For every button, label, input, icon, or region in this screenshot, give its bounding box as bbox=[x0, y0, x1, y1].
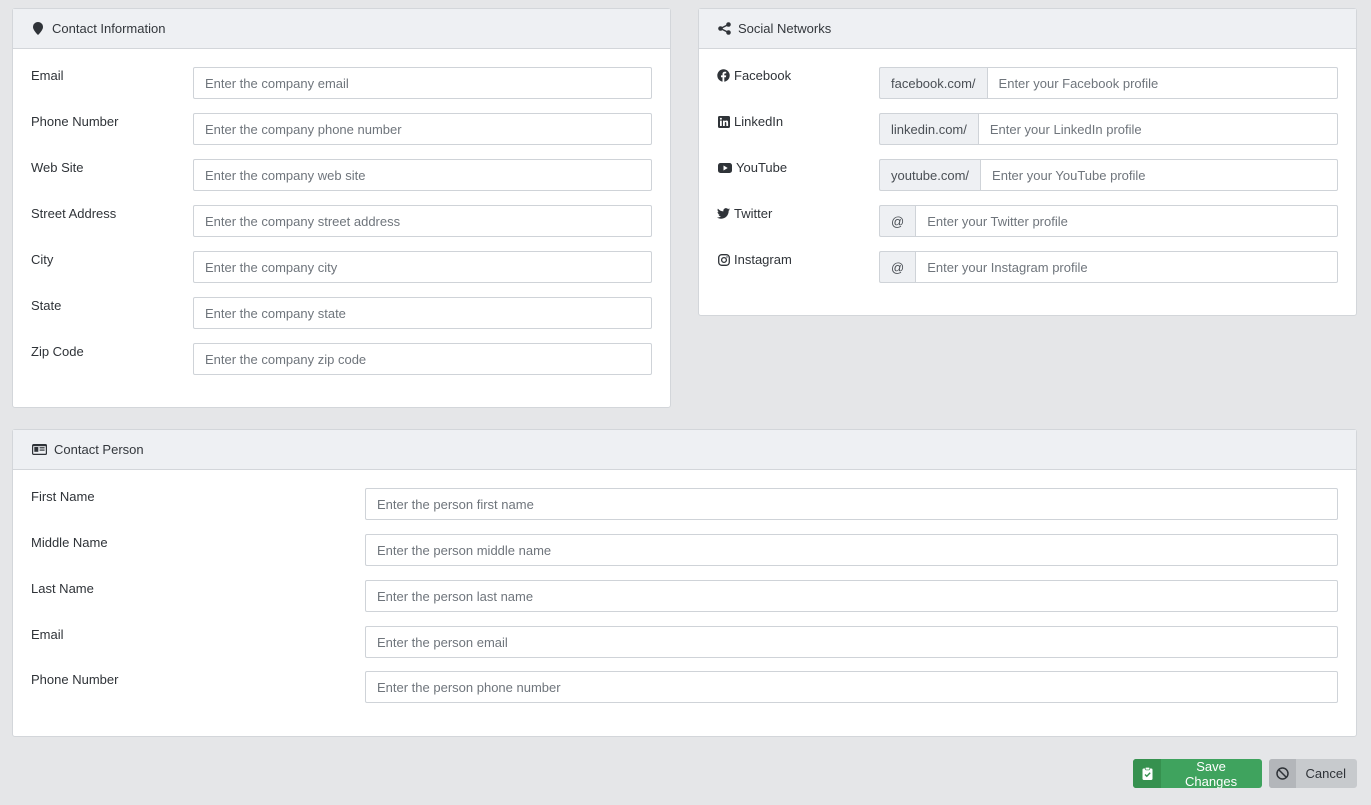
form-row-website: Web Site bbox=[13, 159, 670, 191]
form-row-email: Email bbox=[13, 67, 670, 99]
form-row-state: State bbox=[13, 297, 670, 329]
youtube-icon bbox=[717, 161, 732, 174]
person-row-middle-name: Middle Name bbox=[13, 534, 1356, 566]
middle-name-label: Middle Name bbox=[31, 535, 108, 550]
contact-person-card: Contact Person First Name Middle Name La… bbox=[12, 429, 1357, 737]
social-networks-header: Social Networks bbox=[699, 9, 1356, 49]
facebook-label: Facebook bbox=[717, 68, 791, 83]
form-row-phone: Phone Number bbox=[13, 113, 670, 145]
instagram-input-group: @ bbox=[879, 251, 1338, 283]
social-row-twitter: Twitter @ bbox=[699, 205, 1356, 237]
company-phone-input[interactable] bbox=[193, 113, 652, 145]
facebook-icon bbox=[717, 69, 730, 82]
first-name-label: First Name bbox=[31, 489, 95, 504]
contact-person-title: Contact Person bbox=[54, 442, 144, 457]
social-row-linkedin: LinkedIn linkedin.com/ bbox=[699, 113, 1356, 145]
youtube-label: YouTube bbox=[717, 160, 787, 175]
facebook-prefix: facebook.com/ bbox=[879, 67, 987, 99]
contact-information-header: Contact Information bbox=[13, 9, 670, 49]
social-row-facebook: Facebook facebook.com/ bbox=[699, 67, 1356, 99]
form-row-zip: Zip Code bbox=[13, 343, 670, 375]
map-marker-icon bbox=[31, 22, 45, 36]
last-name-label: Last Name bbox=[31, 581, 94, 596]
twitter-label: Twitter bbox=[717, 206, 772, 221]
zip-code-label: Zip Code bbox=[31, 344, 84, 359]
form-row-city: City bbox=[13, 251, 670, 283]
social-networks-card: Social Networks Facebook facebook.com/ L… bbox=[698, 8, 1357, 316]
form-row-street: Street Address bbox=[13, 205, 670, 237]
facebook-input-group: facebook.com/ bbox=[879, 67, 1338, 99]
youtube-label-text: YouTube bbox=[736, 160, 788, 175]
youtube-prefix: youtube.com/ bbox=[879, 159, 981, 191]
company-zip-input[interactable] bbox=[193, 343, 652, 375]
person-row-first-name: First Name bbox=[13, 488, 1356, 520]
ban-icon bbox=[1269, 759, 1296, 788]
youtube-profile-input[interactable] bbox=[980, 159, 1338, 191]
social-row-instagram: Instagram @ bbox=[699, 251, 1356, 283]
company-website-input[interactable] bbox=[193, 159, 652, 191]
instagram-prefix: @ bbox=[879, 251, 916, 283]
linkedin-icon bbox=[717, 115, 730, 128]
linkedin-label-text: LinkedIn bbox=[734, 114, 784, 129]
social-networks-title: Social Networks bbox=[738, 21, 832, 36]
twitter-input-group: @ bbox=[879, 205, 1338, 237]
company-state-input[interactable] bbox=[193, 297, 652, 329]
city-label: City bbox=[31, 252, 54, 267]
linkedin-profile-input[interactable] bbox=[977, 113, 1338, 145]
contact-person-header: Contact Person bbox=[13, 430, 1356, 470]
person-row-last-name: Last Name bbox=[13, 580, 1356, 612]
twitter-prefix: @ bbox=[879, 205, 916, 237]
twitter-icon bbox=[717, 207, 730, 220]
instagram-icon bbox=[717, 253, 730, 266]
state-label: State bbox=[31, 298, 62, 313]
facebook-profile-input[interactable] bbox=[986, 67, 1338, 99]
youtube-input-group: youtube.com/ bbox=[879, 159, 1338, 191]
twitter-label-text: Twitter bbox=[734, 206, 773, 221]
instagram-label-text: Instagram bbox=[734, 252, 792, 267]
id-card-icon bbox=[31, 443, 47, 457]
save-changes-button[interactable]: Save Changes bbox=[1133, 759, 1262, 788]
linkedin-prefix: linkedin.com/ bbox=[879, 113, 978, 145]
company-street-input[interactable] bbox=[193, 205, 652, 237]
instagram-profile-input[interactable] bbox=[915, 251, 1338, 283]
save-changes-label: Save Changes bbox=[1185, 759, 1238, 788]
phone-number-label: Phone Number bbox=[31, 114, 119, 129]
person-row-email: Email bbox=[13, 626, 1356, 658]
contact-information-title: Contact Information bbox=[52, 21, 166, 36]
company-email-input[interactable] bbox=[193, 67, 652, 99]
social-row-youtube: YouTube youtube.com/ bbox=[699, 159, 1356, 191]
clipboard-check-icon bbox=[1133, 759, 1162, 788]
person-email-input[interactable] bbox=[365, 626, 1338, 658]
person-phone-label: Phone Number bbox=[31, 672, 119, 687]
linkedin-label: LinkedIn bbox=[717, 114, 783, 129]
web-site-label: Web Site bbox=[31, 160, 84, 175]
person-email-label: Email bbox=[31, 627, 64, 642]
linkedin-input-group: linkedin.com/ bbox=[879, 113, 1338, 145]
email-label: Email bbox=[31, 68, 64, 83]
share-icon bbox=[717, 22, 731, 36]
person-middle-name-input[interactable] bbox=[365, 534, 1338, 566]
company-city-input[interactable] bbox=[193, 251, 652, 283]
facebook-label-text: Facebook bbox=[734, 68, 792, 83]
cancel-label: Cancel bbox=[1305, 766, 1346, 781]
person-first-name-input[interactable] bbox=[365, 488, 1338, 520]
person-last-name-input[interactable] bbox=[365, 580, 1338, 612]
twitter-profile-input[interactable] bbox=[915, 205, 1338, 237]
street-address-label: Street Address bbox=[31, 206, 117, 221]
person-row-phone: Phone Number bbox=[13, 671, 1356, 703]
person-phone-input[interactable] bbox=[365, 671, 1338, 703]
contact-information-card: Contact Information Email Phone Number W… bbox=[12, 8, 671, 408]
instagram-label: Instagram bbox=[717, 252, 792, 267]
cancel-button[interactable]: Cancel bbox=[1269, 759, 1357, 788]
